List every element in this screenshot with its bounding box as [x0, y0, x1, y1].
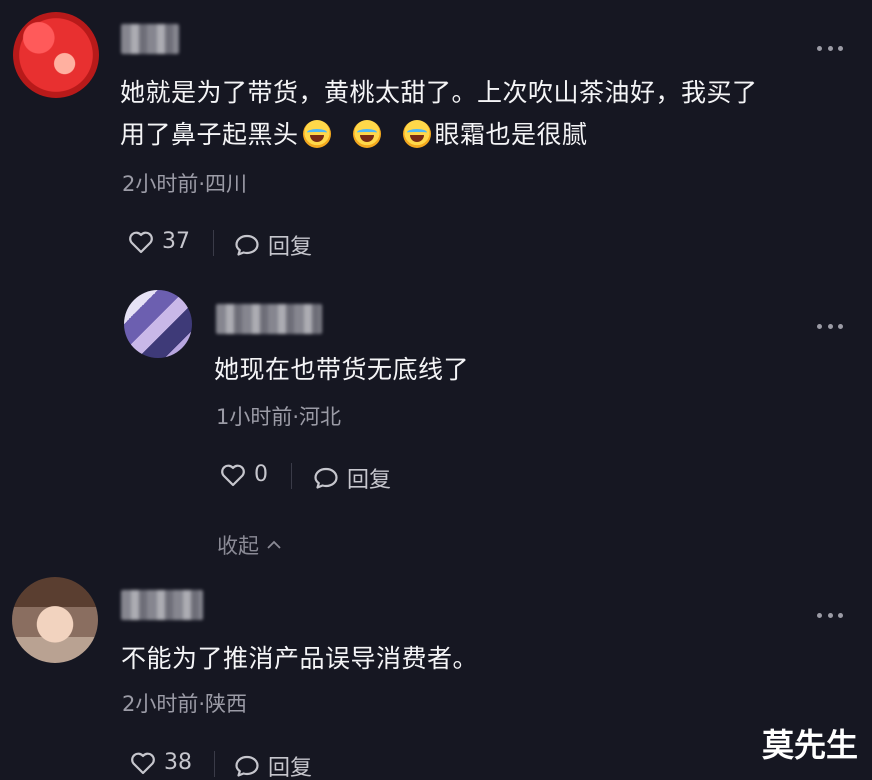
comment-text-segment: 眼霜也是很腻 [434, 120, 588, 149]
divider [213, 230, 214, 256]
comment-text-line2: 用了鼻子起黑头 眼霜也是很腻 [120, 114, 840, 156]
collapse-replies-button[interactable]: 收起 [217, 530, 282, 560]
reply-label: 回复 [268, 235, 313, 260]
collapse-label: 收起 [217, 534, 259, 558]
like-button[interactable]: 37 [128, 229, 190, 254]
heart-outline-icon [221, 464, 245, 486]
chevron-up-icon [267, 540, 281, 549]
divider [291, 463, 292, 489]
heart-outline-icon [131, 752, 155, 774]
heart-outline-icon [129, 231, 153, 253]
reply-button[interactable]: 回复 [313, 462, 391, 494]
comment-text-segment: 用了鼻子起黑头 [120, 120, 299, 149]
laughing-emoji-icon [402, 120, 431, 148]
avatar[interactable] [13, 12, 99, 98]
more-dots-icon[interactable] [817, 611, 843, 619]
like-count: 38 [164, 750, 192, 775]
reply-button[interactable]: 回复 [234, 750, 312, 780]
laughing-emoji-icon [302, 120, 331, 148]
comment-text-line1: 她就是为了带货，黄桃太甜了。上次吹山茶油好，我买了 [120, 78, 758, 107]
comment-text: 她就是为了带货，黄桃太甜了。上次吹山茶油好，我买了 用了鼻子起黑头 眼霜也是很腻 [120, 72, 840, 156]
reply-button[interactable]: 回复 [234, 229, 312, 261]
username-blurred[interactable] [216, 304, 322, 334]
speech-bubble-icon [314, 467, 338, 489]
laughing-emoji-icon [352, 120, 381, 148]
like-count: 37 [162, 229, 190, 254]
comment-text: 不能为了推消产品误导消费者。 [121, 644, 479, 673]
divider [214, 751, 215, 777]
avatar[interactable] [12, 577, 98, 663]
comment-meta: 2小时前·陕西 [122, 692, 248, 716]
comment-meta: 2小时前·四川 [122, 172, 248, 196]
username-blurred[interactable] [121, 24, 179, 54]
username-blurred[interactable] [121, 590, 203, 620]
reply-label: 回复 [268, 756, 313, 780]
more-dots-icon[interactable] [817, 44, 843, 52]
comment-text: 她现在也带货无底线了 [214, 355, 470, 384]
watermark: 莫先生 [761, 726, 858, 764]
like-count: 0 [254, 462, 268, 487]
speech-bubble-icon [235, 755, 259, 777]
like-button[interactable]: 38 [130, 750, 192, 775]
like-button[interactable]: 0 [220, 462, 268, 487]
speech-bubble-icon [235, 234, 259, 256]
avatar[interactable] [124, 290, 192, 358]
comment-meta: 1小时前·河北 [216, 405, 342, 429]
reply-label: 回复 [347, 468, 392, 493]
more-dots-icon[interactable] [817, 322, 843, 330]
